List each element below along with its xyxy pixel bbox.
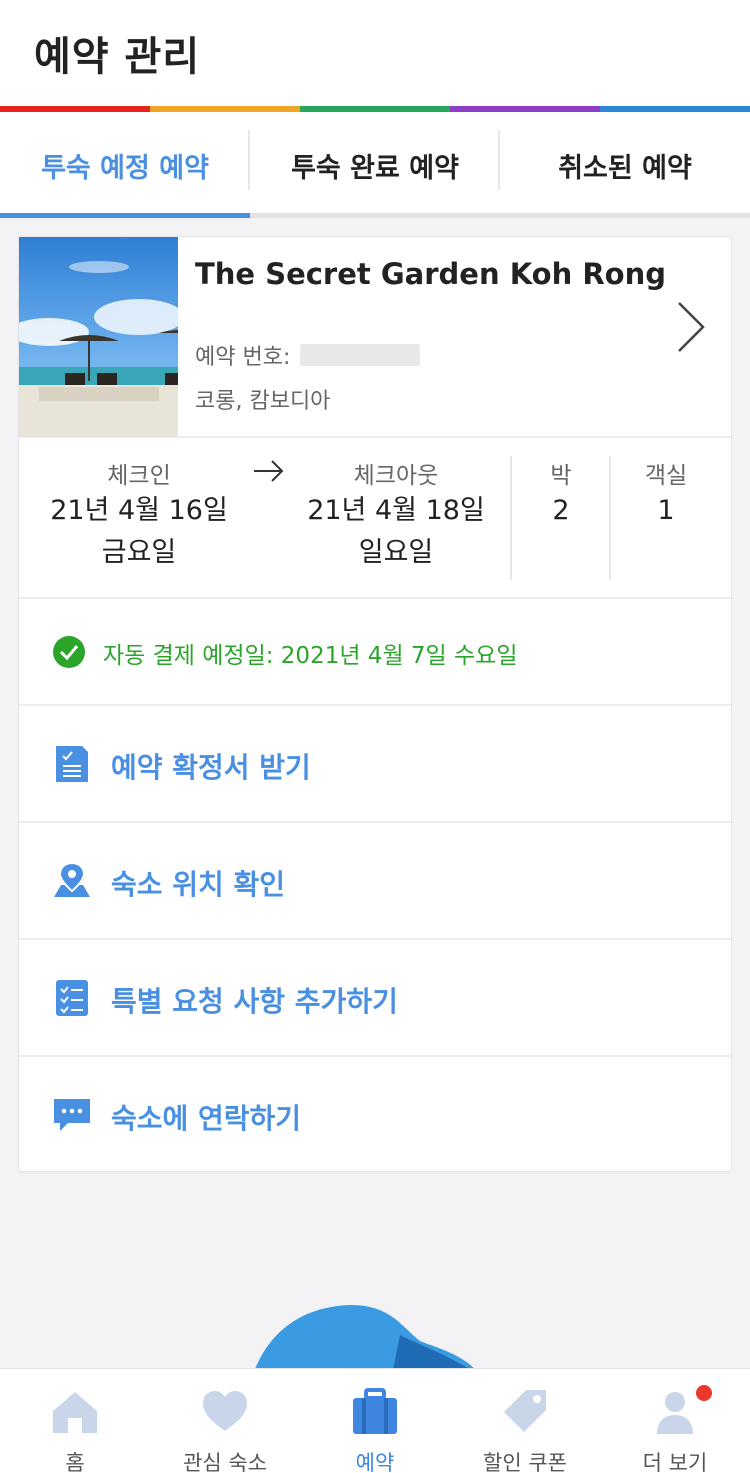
column-divider (510, 456, 512, 580)
tab-indicator (250, 213, 500, 218)
tab-completed-label: 투숙 완료 예약 (291, 152, 459, 184)
document-icon (56, 746, 88, 782)
notification-dot (696, 1385, 712, 1401)
rooms-label: 객실 (644, 463, 688, 489)
reservation-label: 예약 번호: (195, 345, 291, 370)
nights-label: 박 (550, 463, 572, 489)
nav-favorites[interactable]: 관심 숙소 (150, 1369, 300, 1473)
checkout-weekday: 일요일 (358, 537, 434, 568)
reservation-number: 예약 번호: (195, 339, 421, 371)
tab-completed[interactable]: 투숙 완료 예약 (250, 112, 500, 218)
rooms-block: 객실 1 (613, 456, 719, 532)
stay-dates: 체크인 21년 4월 16일 금요일 체크아웃 21년 4월 18일 일요일 박… (19, 438, 731, 599)
booking-card: The Secret Garden Koh Rong 예약 번호: 코롱, 캄보… (18, 236, 732, 1174)
nav-coupons[interactable]: 할인 쿠폰 (450, 1369, 600, 1473)
checkin-label: 체크인 (107, 463, 171, 489)
view-location-button[interactable]: 숙소 위치 확인 (19, 823, 731, 940)
checkout-block: 체크아웃 21년 4월 18일 일요일 (296, 456, 496, 574)
tab-indicator (500, 213, 750, 218)
checkin-weekday: 금요일 (101, 537, 177, 568)
check-circle-icon (53, 636, 85, 668)
bottom-navigation: 홈 관심 숙소 예약 할인 쿠폰 더 보기 (0, 1368, 750, 1473)
reservation-number-masked (300, 344, 421, 366)
nights-value: 2 (552, 495, 570, 526)
checkin-block: 체크인 21년 4월 16일 금요일 (39, 456, 239, 574)
suitcase-icon (353, 1388, 397, 1434)
auto-payment-text: 자동 결제 예정일: 2021년 4월 7일 수요일 (103, 643, 518, 669)
hotel-summary[interactable]: The Secret Garden Koh Rong 예약 번호: 코롱, 캄보… (19, 237, 731, 438)
heart-icon (203, 1391, 247, 1431)
hotel-name: The Secret Garden Koh Rong (195, 257, 666, 291)
contact-property-button[interactable]: 숙소에 연락하기 (19, 1057, 731, 1174)
nav-more[interactable]: 더 보기 (600, 1369, 750, 1473)
tab-cancelled-label: 취소된 예약 (558, 152, 692, 184)
nav-coupons-label: 할인 쿠폰 (483, 1451, 567, 1473)
tab-upcoming[interactable]: 투숙 예정 예약 (0, 112, 250, 218)
hotel-location: 코롱, 캄보디아 (195, 389, 331, 414)
app-header: 예약 관리 (0, 0, 750, 106)
nav-home[interactable]: 홈 (0, 1369, 150, 1473)
view-location-label: 숙소 위치 확인 (111, 868, 286, 901)
column-divider (609, 456, 611, 580)
contact-property-label: 숙소에 연락하기 (111, 1102, 302, 1135)
nav-more-label: 더 보기 (642, 1451, 708, 1473)
tab-cancelled[interactable]: 취소된 예약 (500, 112, 750, 218)
nav-home-label: 홈 (65, 1451, 85, 1473)
nav-bookings-label: 예약 (355, 1451, 395, 1473)
nav-favorites-label: 관심 숙소 (183, 1451, 267, 1473)
get-confirmation-button[interactable]: 예약 확정서 받기 (19, 706, 731, 823)
chat-icon (54, 1099, 90, 1131)
get-confirmation-label: 예약 확정서 받기 (111, 751, 311, 784)
add-special-request-label: 특별 요청 사항 추가하기 (111, 985, 398, 1018)
arrow-right-icon (254, 460, 284, 482)
auto-payment-notice: 자동 결제 예정일: 2021년 4월 7일 수요일 (19, 599, 731, 706)
map-pin-icon (54, 861, 90, 897)
nights-block: 박 2 (513, 456, 609, 532)
nav-bookings[interactable]: 예약 (300, 1369, 450, 1473)
booking-tabs: 투숙 예정 예약 투숙 완료 예약 취소된 예약 (0, 112, 750, 218)
rooms-value: 1 (657, 495, 675, 526)
checkout-label: 체크아웃 (353, 463, 439, 489)
tag-icon (504, 1390, 546, 1432)
checkout-date: 21년 4월 18일 (307, 495, 485, 526)
checklist-icon (56, 980, 88, 1016)
tab-indicator (0, 213, 250, 218)
page-title: 예약 관리 (34, 34, 201, 80)
tab-upcoming-label: 투숙 예정 예약 (41, 152, 209, 184)
chevron-right-icon (678, 302, 705, 352)
home-icon (53, 1392, 97, 1433)
add-special-request-button[interactable]: 특별 요청 사항 추가하기 (19, 940, 731, 1057)
hotel-photo (19, 237, 178, 437)
profile-icon (657, 1392, 693, 1434)
checkin-date: 21년 4월 16일 (50, 495, 228, 526)
